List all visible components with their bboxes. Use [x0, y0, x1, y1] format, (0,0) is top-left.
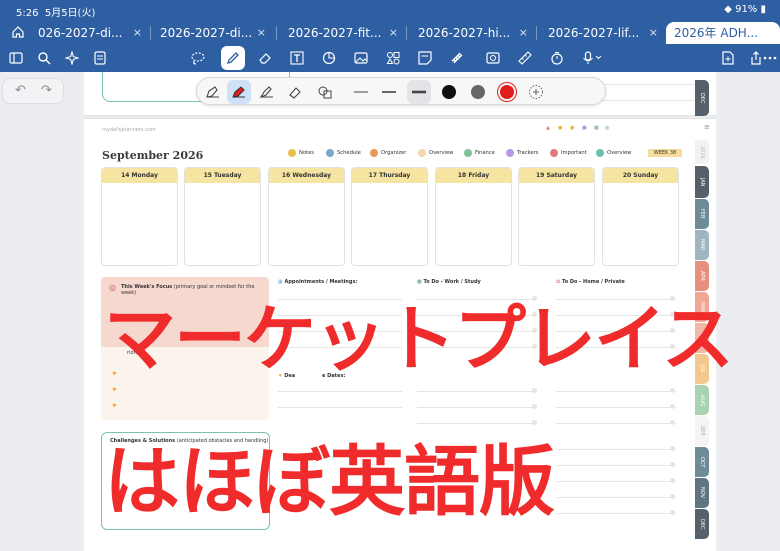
nav-dot-icon[interactable]: ■	[594, 125, 599, 131]
pen-palette	[196, 77, 606, 105]
note-icon[interactable]	[413, 46, 437, 70]
calendar-icon: ▦	[278, 279, 283, 285]
tab-1[interactable]: 026-2027-di... ×	[30, 22, 148, 44]
nav-important[interactable]: Important	[550, 149, 587, 157]
tape-icon[interactable]	[445, 46, 469, 70]
close-icon[interactable]: ×	[649, 22, 658, 44]
undo-icon[interactable]: ↶	[15, 83, 26, 98]
close-icon[interactable]: ×	[519, 22, 528, 44]
day-column[interactable]: 20 Sunday	[602, 167, 679, 266]
home-nav-icon[interactable]: ▲	[546, 125, 550, 131]
nav-finance[interactable]: Finance	[464, 149, 495, 157]
color-swatch-gray[interactable]	[471, 85, 485, 99]
nav-dot-icon[interactable]: ●	[570, 125, 574, 131]
close-icon[interactable]: ×	[133, 22, 142, 44]
overlay-title-line2: はほぼ英語版	[104, 437, 555, 526]
undo-redo-group: ↶ ↷	[2, 78, 64, 104]
overlay-title-line1: マーケットプレイス	[104, 297, 734, 381]
highlighter-icon[interactable]	[283, 80, 307, 104]
color-swatch-black[interactable]	[442, 85, 456, 99]
battery-indicator: ◆ 91% ▮	[724, 4, 766, 15]
lasso-icon[interactable]	[186, 46, 210, 70]
microphone-icon[interactable]	[577, 46, 607, 70]
tab-bar: 026-2027-di... × 2026-2027-di... × 2026-20…	[0, 20, 780, 44]
month-tab-mar[interactable]: MAR	[695, 230, 709, 260]
status-bar: 5:26 5月5日(火) ◆ 91% ▮	[0, 0, 780, 20]
document-icon[interactable]	[88, 46, 112, 70]
ballpoint-pen-icon[interactable]	[227, 80, 251, 104]
appointments-heading: ▦ Appointments / Meetings:	[278, 279, 358, 285]
stroke-thick-icon[interactable]	[407, 80, 431, 104]
tab-2[interactable]: 2026-2027-di... ×	[152, 22, 272, 44]
brush-pen-icon[interactable]	[255, 80, 279, 104]
month-tab-dec-prev[interactable]: DEC	[695, 80, 709, 116]
timer-icon[interactable]	[545, 46, 569, 70]
status-time: 5:26 5月5日(火)	[16, 8, 96, 19]
star-bullet-icon: ✦	[111, 385, 118, 394]
nav-overview-2[interactable]: Overview	[596, 149, 631, 157]
month-tabs: DEC 2026 JAN FEB MAR APR MAY JUN JUL AUG…	[695, 0, 711, 551]
image-icon[interactable]	[349, 46, 373, 70]
tab-4[interactable]: 2026-2027-hi... ×	[410, 22, 534, 44]
month-tab-oct[interactable]: OCT	[695, 447, 709, 477]
sidebar-icon[interactable]	[4, 46, 28, 70]
close-icon[interactable]: ×	[257, 22, 266, 44]
stroke-thin-icon[interactable]	[349, 80, 373, 104]
shape-pen-icon[interactable]	[313, 80, 337, 104]
day-column[interactable]: 19 Saturday	[518, 167, 595, 266]
site-url: mydailyplanners.com	[102, 127, 156, 133]
day-column[interactable]: 18 Friday	[435, 167, 512, 266]
close-icon[interactable]: ×	[389, 22, 398, 44]
fountain-pen-icon[interactable]	[201, 80, 225, 104]
capture-icon[interactable]	[481, 46, 505, 70]
tab-6-active[interactable]: 2026年 ADH...	[666, 22, 780, 44]
text-box-icon[interactable]	[285, 46, 309, 70]
month-tab-apr[interactable]: APR	[695, 261, 709, 291]
nav-dot-icon[interactable]: ■	[582, 125, 587, 131]
briefcase-icon: ■	[417, 279, 422, 285]
nav-organizer[interactable]: Organizer	[370, 149, 406, 157]
main-toolbar	[0, 44, 780, 72]
search-icon[interactable]	[32, 46, 56, 70]
star-bullet-icon: ✦	[111, 401, 118, 410]
todo-home-heading: ✿ To Do - Home / Private	[556, 279, 625, 285]
tab-5[interactable]: 2026-2027-lif... ×	[540, 22, 664, 44]
eraser-icon[interactable]	[253, 46, 277, 70]
stroke-medium-icon[interactable]	[377, 80, 401, 104]
month-tab-feb[interactable]: FEB	[695, 199, 709, 229]
nav-dot-icon[interactable]: ●	[605, 125, 609, 131]
day-column[interactable]: 15 Tuesday	[184, 167, 261, 266]
color-swatch-red[interactable]	[500, 85, 514, 99]
day-column[interactable]: 17 Thursday	[351, 167, 428, 266]
redo-icon[interactable]: ↷	[41, 83, 52, 98]
month-tab-aug[interactable]: AUG	[695, 385, 709, 415]
tab-3[interactable]: 2026-2027-fit... ×	[280, 22, 404, 44]
todo-work-heading: ■ To Do - Work / Study	[417, 279, 481, 285]
more-icon[interactable]	[760, 46, 780, 70]
add-color-icon[interactable]	[524, 80, 548, 104]
nav-dot-icon[interactable]: ●	[558, 125, 562, 131]
sticker-icon[interactable]	[381, 46, 405, 70]
year-tab[interactable]: 2026	[695, 140, 709, 164]
pen-icon[interactable]	[221, 46, 245, 70]
page-title: September 2026	[102, 149, 204, 162]
week-badge: WEEK 38	[648, 149, 682, 157]
sparkle-icon[interactable]	[60, 46, 84, 70]
day-column[interactable]: 16 Wednesday	[268, 167, 345, 266]
month-tab-sep[interactable]: SEP	[695, 416, 709, 446]
month-tab-dec[interactable]: DEC	[695, 509, 709, 539]
ruler-icon[interactable]	[513, 46, 537, 70]
month-tab-jan[interactable]: JAN	[695, 166, 709, 198]
home-icon[interactable]	[6, 20, 30, 44]
month-tab-nov[interactable]: NOV	[695, 478, 709, 508]
target-icon: ◎	[109, 283, 116, 292]
day-column[interactable]: 14 Monday	[101, 167, 178, 266]
shape-icon[interactable]	[317, 46, 341, 70]
nav-overview[interactable]: Overview	[418, 149, 453, 157]
nav-schedule[interactable]: Schedule	[326, 149, 361, 157]
flower-icon: ✿	[556, 279, 561, 285]
nav-notes[interactable]: Notes	[288, 149, 314, 157]
nav-trackers[interactable]: Trackers	[506, 149, 538, 157]
add-page-icon[interactable]	[716, 46, 740, 70]
